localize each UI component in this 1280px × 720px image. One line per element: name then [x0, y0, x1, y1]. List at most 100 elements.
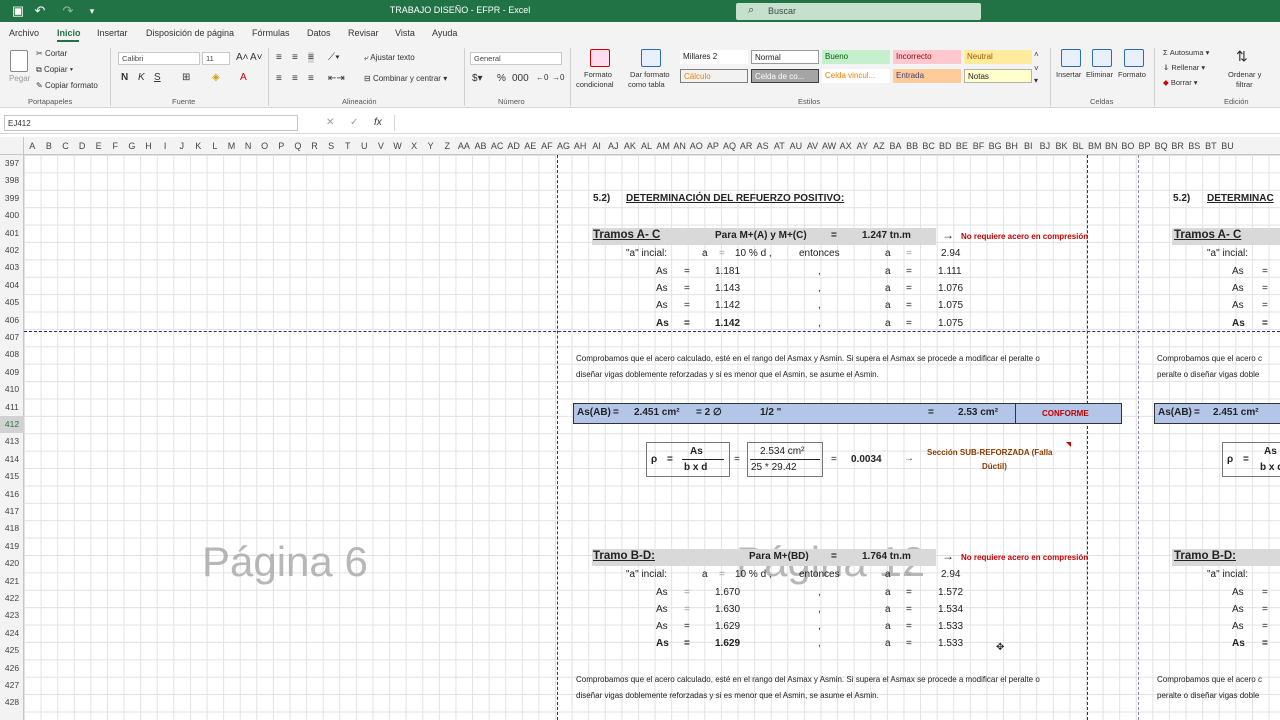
column-header[interactable]: AF: [539, 141, 556, 151]
styles-more-icon[interactable]: ▾: [1034, 76, 1038, 85]
select-all-button[interactable]: [0, 137, 24, 154]
increase-decimal-icon[interactable]: ←0: [536, 73, 548, 82]
delete-cells-icon[interactable]: [1092, 49, 1112, 67]
column-header[interactable]: AK: [622, 141, 639, 151]
column-header[interactable]: F: [107, 141, 124, 151]
tab-revisar[interactable]: Revisar: [348, 28, 379, 38]
bold-button[interactable]: N: [121, 72, 128, 83]
column-header[interactable]: AX: [837, 141, 854, 151]
row-header[interactable]: 422: [0, 590, 24, 607]
column-header[interactable]: L: [207, 141, 224, 151]
underline-button[interactable]: S: [154, 72, 161, 83]
styles-scroll-down-icon[interactable]: ˅: [1034, 64, 1039, 73]
undo-icon[interactable]: ↶: [32, 3, 48, 19]
column-header[interactable]: C: [57, 141, 74, 151]
row-header[interactable]: 426: [0, 660, 24, 677]
column-header[interactable]: BK: [1053, 141, 1070, 151]
column-header[interactable]: BQ: [1153, 141, 1170, 151]
column-header[interactable]: AQ: [721, 141, 738, 151]
name-box[interactable]: EJ412: [4, 115, 298, 131]
tab-formulas[interactable]: Fórmulas: [252, 28, 290, 38]
row-header[interactable]: 404: [0, 277, 24, 294]
tab-datos[interactable]: Datos: [307, 28, 331, 38]
number-format-select[interactable]: General: [470, 52, 562, 65]
column-header[interactable]: Z: [439, 141, 456, 151]
column-header[interactable]: R: [306, 141, 323, 151]
column-header[interactable]: AU: [788, 141, 805, 151]
column-header[interactable]: AN: [671, 141, 688, 151]
sort-filter-button2[interactable]: filtrar: [1236, 80, 1253, 89]
row-header[interactable]: 410: [0, 381, 24, 398]
align-bottom-icon[interactable]: ≡: [308, 52, 314, 63]
column-header[interactable]: J: [173, 141, 190, 151]
currency-icon[interactable]: $▾: [472, 73, 483, 84]
autosum-button[interactable]: Σ Autosuma ▾: [1163, 48, 1209, 57]
row-header[interactable]: 428: [0, 694, 24, 711]
format-table-icon[interactable]: [641, 49, 661, 67]
style-entrada[interactable]: Entrada: [893, 69, 961, 83]
row-header[interactable]: 405: [0, 294, 24, 311]
column-header[interactable]: AE: [522, 141, 539, 151]
column-header[interactable]: AG: [555, 141, 572, 151]
column-header[interactable]: X: [406, 141, 423, 151]
align-right-icon[interactable]: ≡: [308, 73, 314, 84]
paste-button[interactable]: Pegar: [9, 74, 30, 83]
row-header[interactable]: 408: [0, 346, 24, 363]
enter-icon[interactable]: ✓: [350, 117, 358, 128]
row-header[interactable]: 397: [0, 155, 24, 172]
column-header[interactable]: BU: [1219, 141, 1236, 151]
row-header[interactable]: 415: [0, 468, 24, 485]
column-header[interactable]: N: [240, 141, 257, 151]
row-header[interactable]: 406: [0, 312, 24, 329]
column-header[interactable]: U: [356, 141, 373, 151]
column-header[interactable]: BP: [1136, 141, 1153, 151]
orientation-icon[interactable]: ⟋▾: [328, 52, 340, 63]
italic-button[interactable]: K: [138, 72, 145, 83]
row-header[interactable]: 402: [0, 242, 24, 259]
column-header[interactable]: AZ: [871, 141, 888, 151]
conditional-format-label2[interactable]: condicional: [576, 80, 614, 89]
column-header[interactable]: AH: [572, 141, 589, 151]
column-header[interactable]: BR: [1169, 141, 1186, 151]
row-header[interactable]: 399: [0, 190, 24, 207]
row-header[interactable]: 400: [0, 207, 24, 224]
style-calculo[interactable]: Cálculo: [680, 69, 748, 83]
style-millares[interactable]: Millares 2: [680, 50, 748, 64]
row-header[interactable]: 411: [0, 399, 24, 416]
column-header[interactable]: BI: [1020, 141, 1037, 151]
column-header[interactable]: Q: [290, 141, 307, 151]
row-header[interactable]: 401: [0, 225, 24, 242]
column-header[interactable]: BG: [987, 141, 1004, 151]
column-header[interactable]: I: [157, 141, 174, 151]
insert-cells-icon[interactable]: [1061, 49, 1081, 67]
column-header[interactable]: BN: [1103, 141, 1120, 151]
align-middle-icon[interactable]: ≡: [292, 52, 298, 63]
column-header[interactable]: AT: [771, 141, 788, 151]
row-header[interactable]: 398: [0, 172, 24, 189]
column-header[interactable]: BH: [1003, 141, 1020, 151]
row-header[interactable]: 417: [0, 503, 24, 520]
cancel-icon[interactable]: ✕: [326, 117, 334, 128]
column-header[interactable]: BS: [1186, 141, 1203, 151]
tab-ayuda[interactable]: Ayuda: [432, 28, 457, 38]
customize-toolbar-icon[interactable]: ▾: [84, 3, 100, 19]
column-header[interactable]: BF: [970, 141, 987, 151]
comma-style-icon[interactable]: 000: [512, 73, 529, 84]
cut-button[interactable]: ✂ Cortar: [36, 49, 67, 58]
align-top-icon[interactable]: ≡: [276, 52, 282, 63]
save-icon[interactable]: ▣: [10, 3, 26, 19]
tab-archivo[interactable]: Archivo: [9, 28, 39, 38]
row-header[interactable]: 420: [0, 555, 24, 572]
row-header[interactable]: 419: [0, 538, 24, 555]
sort-filter-icon[interactable]: ⇅: [1236, 48, 1248, 65]
column-header[interactable]: BA: [887, 141, 904, 151]
decrease-decimal-icon[interactable]: →0: [552, 73, 564, 82]
conditional-format-icon[interactable]: [590, 49, 610, 67]
format-cells-button[interactable]: Formato: [1118, 70, 1146, 79]
column-header[interactable]: BD: [937, 141, 954, 151]
row-header[interactable]: 409: [0, 364, 24, 381]
column-header[interactable]: BJ: [1037, 141, 1054, 151]
row-header[interactable]: 421: [0, 573, 24, 590]
row-header[interactable]: 418: [0, 520, 24, 537]
column-header[interactable]: H: [140, 141, 157, 151]
